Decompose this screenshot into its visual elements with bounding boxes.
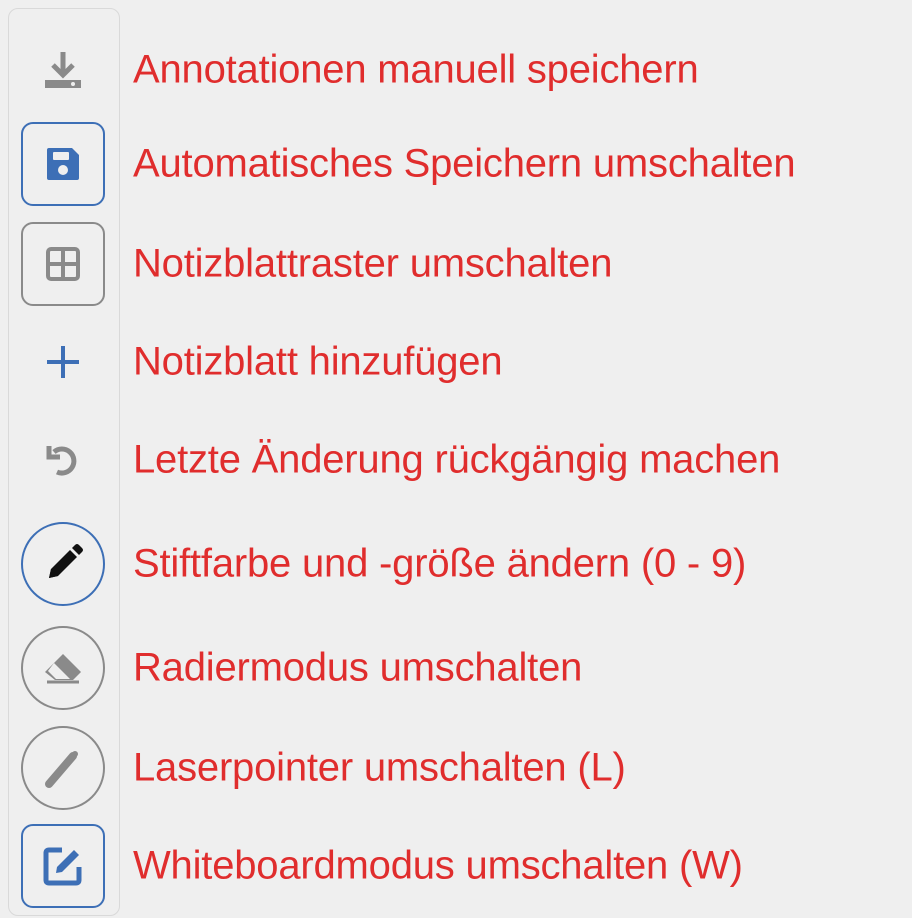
grid-icon bbox=[46, 247, 80, 281]
undo-icon bbox=[46, 446, 77, 476]
toolbar-row-eraser: Radiermodus umschalten bbox=[0, 622, 912, 714]
toolbar-row-autosave: Automatisches Speichern umschalten bbox=[0, 118, 912, 210]
pen-settings-button[interactable] bbox=[21, 522, 105, 606]
eraser-icon bbox=[45, 654, 81, 684]
eraser-toggle-button[interactable] bbox=[21, 626, 105, 710]
undo-button[interactable] bbox=[21, 418, 105, 502]
toolbar-row-save-annotations: Annotationen manuell speichern bbox=[0, 24, 912, 116]
floppy-disk-icon bbox=[47, 148, 79, 180]
add-sheet-label: Notizblatt hinzufügen bbox=[133, 339, 503, 384]
pencil-icon bbox=[49, 544, 83, 578]
autosave-toggle-button[interactable] bbox=[21, 122, 105, 206]
undo-label: Letzte Änderung rückgängig machen bbox=[133, 437, 781, 482]
toolbar-row-laser: Laserpointer umschalten (L) bbox=[0, 722, 912, 814]
edit-square-icon bbox=[43, 847, 82, 886]
toolbar-row-pen: Stiftfarbe und -größe ändern (0 - 9) bbox=[0, 518, 912, 610]
toolbar-row-grid: Notizblattraster umschalten bbox=[0, 218, 912, 310]
autosave-label: Automatisches Speichern umschalten bbox=[133, 141, 796, 186]
pen-settings-label: Stiftfarbe und -größe ändern (0 - 9) bbox=[133, 541, 747, 586]
save-annotations-button[interactable] bbox=[21, 28, 105, 112]
laser-pointer-toggle-button[interactable] bbox=[21, 726, 105, 810]
grid-toggle-button[interactable] bbox=[21, 222, 105, 306]
eraser-label: Radiermodus umschalten bbox=[133, 645, 583, 690]
whiteboard-label: Whiteboardmodus umschalten (W) bbox=[133, 843, 743, 888]
laser-pointer-icon bbox=[45, 751, 78, 788]
plus-icon bbox=[47, 346, 79, 378]
add-sheet-button[interactable] bbox=[21, 320, 105, 404]
download-icon bbox=[45, 52, 81, 88]
toolbar-row-undo: Letzte Änderung rückgängig machen bbox=[0, 414, 912, 506]
save-annotations-label: Annotationen manuell speichern bbox=[133, 47, 699, 92]
toolbar-row-whiteboard: Whiteboardmodus umschalten (W) bbox=[0, 820, 912, 912]
toolbar-row-add-sheet: Notizblatt hinzufügen bbox=[0, 316, 912, 408]
whiteboard-toggle-button[interactable] bbox=[21, 824, 105, 908]
grid-label: Notizblattraster umschalten bbox=[133, 241, 613, 286]
laser-pointer-label: Laserpointer umschalten (L) bbox=[133, 745, 626, 790]
